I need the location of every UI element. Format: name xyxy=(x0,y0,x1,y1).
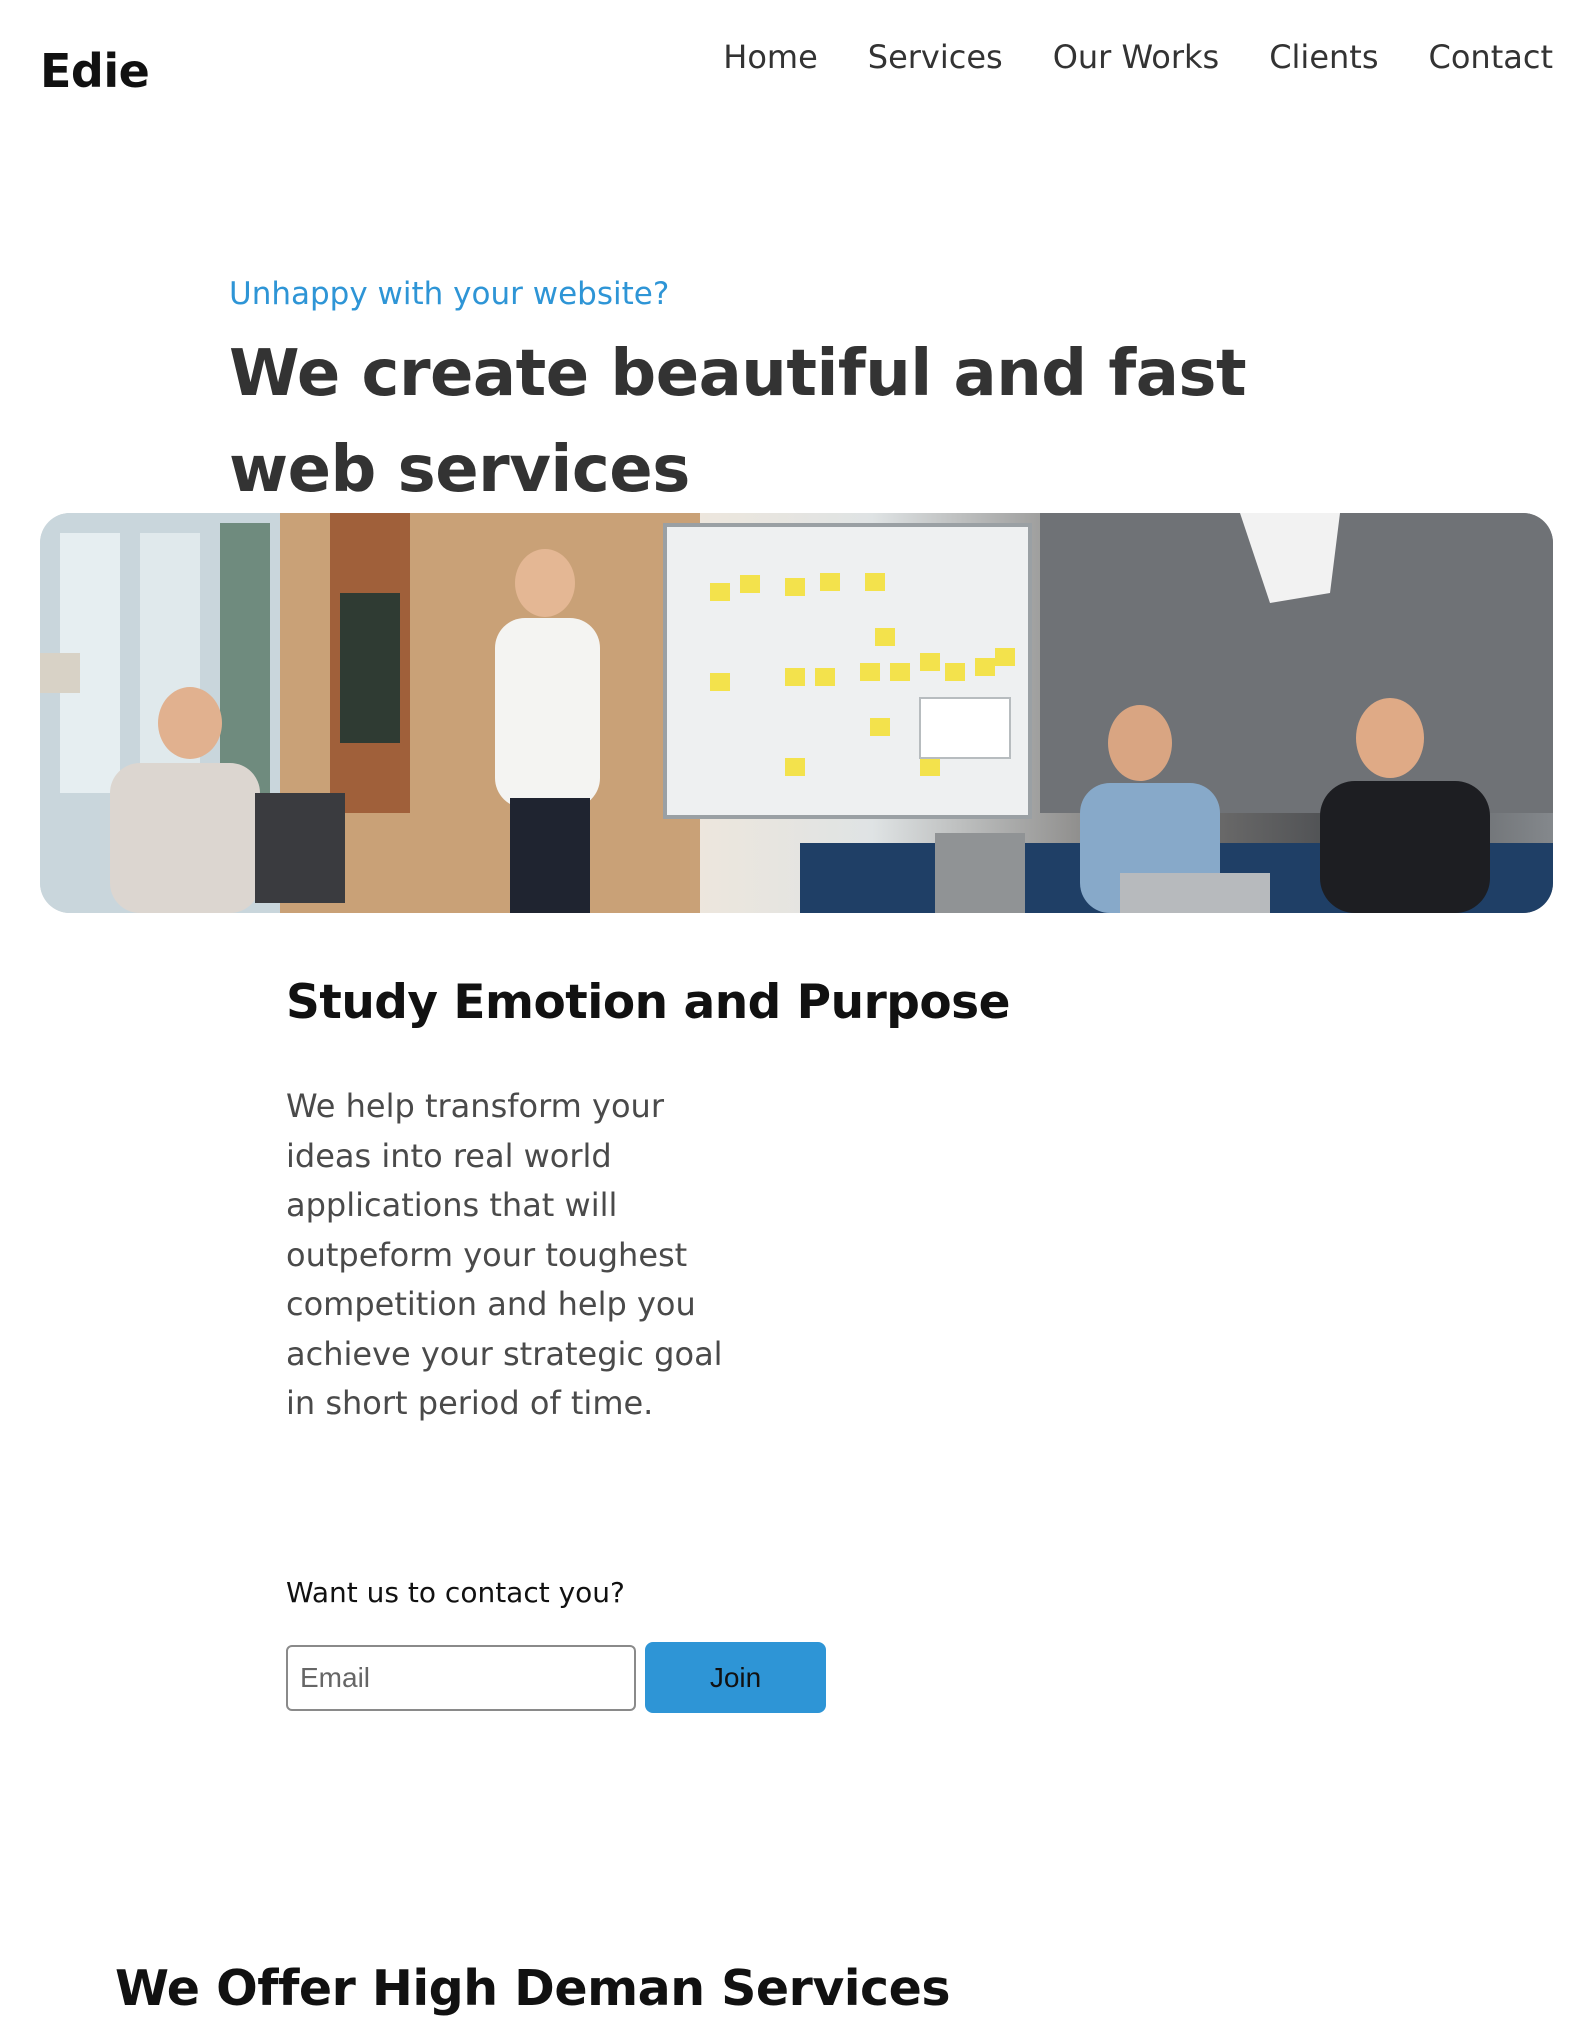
nav-clients[interactable]: Clients xyxy=(1269,38,1378,76)
nav-home[interactable]: Home xyxy=(723,38,818,76)
nav-our-works[interactable]: Our Works xyxy=(1053,38,1220,76)
hero-title: We create beautiful and fast web service… xyxy=(229,337,1247,507)
join-button[interactable]: Join xyxy=(645,1642,826,1713)
nav-contact[interactable]: Contact xyxy=(1429,38,1554,76)
hero-image xyxy=(40,513,1553,913)
logo[interactable]: Edie xyxy=(40,44,150,98)
email-field[interactable] xyxy=(286,1645,636,1711)
hero-kicker: Unhappy with your website? xyxy=(229,276,670,312)
section-text: We help transform your ideas into real w… xyxy=(286,1087,723,1422)
nav-services[interactable]: Services xyxy=(868,38,1003,76)
section-title: Study Emotion and Purpose xyxy=(286,975,1011,1030)
main-nav: Home Services Our Works Clients Contact xyxy=(723,38,1553,76)
page: Edie Home Services Our Works Clients Con… xyxy=(0,0,1593,2022)
offer-title: We Offer High Deman Services xyxy=(115,1960,951,2017)
contact-label: Want us to contact you? xyxy=(286,1576,625,1609)
